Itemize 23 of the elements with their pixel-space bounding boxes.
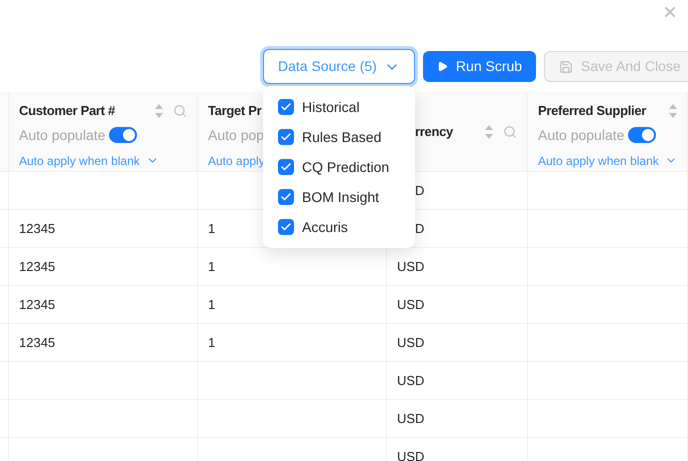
table-cell-text: D — [415, 182, 424, 200]
column-title: Target Pr — [208, 102, 262, 120]
table-cell-text: USD — [397, 372, 424, 390]
table-cell-text: 12345 — [19, 334, 56, 352]
table-cell-text: 1 — [208, 258, 216, 276]
auto-populate-label: Auto populate — [19, 126, 106, 145]
table-cell-text: 1 — [208, 334, 216, 352]
table-cell-text: USD — [397, 448, 424, 461]
table-cell-text: D — [415, 220, 424, 238]
table-cell-text: 1 — [208, 296, 216, 314]
table-cell-text: USD — [397, 410, 424, 428]
table-cell-text: USD — [397, 258, 424, 276]
column-title: Preferred Supplier — [538, 102, 646, 120]
table-cell-text: 12345 — [19, 258, 56, 276]
auto-populate-label: Auto populate — [538, 126, 624, 145]
table-cell-text: USD — [397, 334, 424, 352]
auto-populate-label: Auto pop — [208, 126, 264, 145]
table-cell-text: 1 — [208, 220, 216, 238]
table-cell-text: 12345 — [19, 296, 56, 314]
column-title: rrency — [415, 123, 453, 142]
column-title: Customer Part # — [19, 102, 115, 120]
table-cell-text: 12345 — [19, 220, 56, 238]
table-cell-text: USD — [397, 296, 424, 314]
